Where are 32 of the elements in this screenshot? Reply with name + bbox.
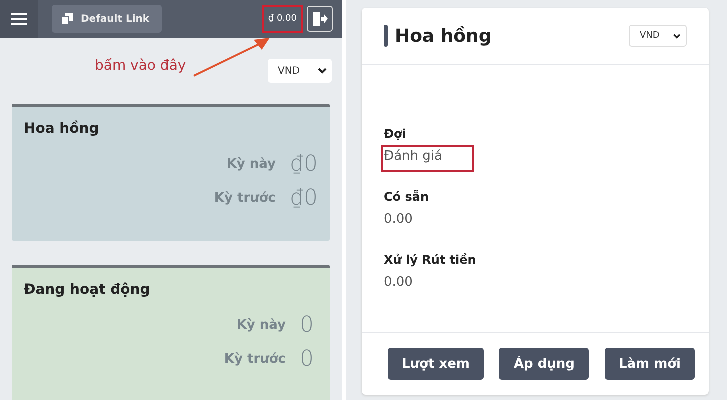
default-link-button[interactable]: Default Link	[52, 5, 162, 33]
stat-value: 0	[300, 312, 315, 338]
logout-icon	[312, 11, 328, 27]
chevron-icon	[673, 34, 681, 38]
card-title: Đang hoạt động	[24, 282, 152, 298]
field-label: Đợi	[384, 127, 406, 141]
title-bar-icon	[384, 25, 388, 47]
currency-select[interactable]: VND	[268, 59, 332, 83]
stat-label: Kỳ này	[226, 156, 276, 172]
copy-icon	[62, 13, 73, 25]
menu-icon[interactable]	[11, 13, 27, 25]
stat-value: 0	[300, 346, 315, 372]
field-label: Có sẵn	[384, 190, 430, 204]
field-value: 0.00	[383, 211, 414, 229]
balance-button[interactable]: ₫ 0.00	[262, 5, 303, 33]
logout-button[interactable]	[307, 6, 333, 32]
stat-value: ₫0	[290, 186, 318, 210]
field-value: Đánh giá	[381, 145, 474, 172]
currency-select[interactable]: VND	[629, 25, 687, 47]
field-label: Xử lý Rút tiền	[384, 253, 476, 267]
stat-value: ₫0	[290, 152, 318, 176]
stat-label: Kỳ trước	[224, 352, 286, 366]
chevron-icon	[318, 68, 327, 74]
stat-label: Kỳ này	[236, 318, 286, 332]
annotation-text: bấm vào đây	[95, 58, 186, 74]
card-title: Hoa hồng	[24, 121, 100, 137]
action-button[interactable]: Lượt xem	[388, 348, 484, 380]
action-button[interactable]: Làm mới	[604, 348, 695, 380]
action-button[interactable]: Áp dụng	[499, 348, 590, 380]
field-value: 0.00	[383, 274, 414, 292]
card-title: Hoa hồng	[395, 26, 492, 46]
stat-label: Kỳ trước	[214, 190, 276, 206]
